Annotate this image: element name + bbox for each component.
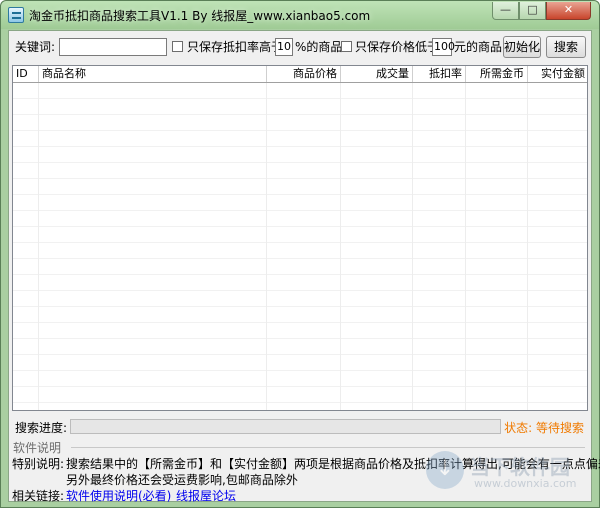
column-header-id[interactable]: ID xyxy=(13,66,39,82)
window-controls: — □ ✕ xyxy=(492,2,591,20)
app-list-icon xyxy=(8,7,24,23)
column-header-price[interactable]: 商品价格 xyxy=(267,66,341,82)
column-header-discount[interactable]: 抵扣率 xyxy=(413,66,466,82)
table-header: ID 商品名称 商品价格 成交量 抵扣率 所需金币 实付金额 xyxy=(13,66,587,83)
search-button[interactable]: 搜索 xyxy=(546,36,586,58)
discount-filter-label: 只保存抵扣率高于 xyxy=(187,40,284,54)
group-divider xyxy=(71,447,585,448)
note-line-1: 搜索结果中的【所需金币】和【实付金额】两项是根据商品价格及抵扣率计算得出,可能会… xyxy=(66,457,600,471)
price-threshold-input[interactable]: 100 xyxy=(432,38,455,56)
column-header-volume[interactable]: 成交量 xyxy=(341,66,413,82)
column-header-name[interactable]: 商品名称 xyxy=(39,66,267,82)
price-filter-checkbox[interactable] xyxy=(341,41,352,52)
column-divider xyxy=(38,83,39,410)
note-line-2: 另外最终价格还会受运费影响,包邮商品除外 xyxy=(66,473,298,487)
keyword-input[interactable] xyxy=(59,38,167,56)
discount-filter-checkbox[interactable] xyxy=(172,41,183,52)
status-text: 状态: 等待搜索 xyxy=(504,421,584,435)
price-filter-label: 只保存价格低于 xyxy=(355,40,440,54)
progress-label: 搜索进度: xyxy=(15,421,68,435)
column-divider xyxy=(266,83,267,410)
price-suffix: 元的商品 xyxy=(454,40,503,54)
progress-row: 搜索进度: 状态: 等待搜索 xyxy=(9,417,591,437)
search-toolbar: 关键词: 只保存抵扣率高于 10 %的商品 只保存价格低于 100 元的商品 初… xyxy=(9,35,591,61)
keyword-label: 关键词: xyxy=(15,40,56,54)
column-divider xyxy=(527,83,528,410)
manual-link[interactable]: 软件使用说明(必看) xyxy=(66,487,171,504)
table-body xyxy=(13,83,587,410)
close-button[interactable]: ✕ xyxy=(546,2,591,20)
discount-threshold-input[interactable]: 10 xyxy=(275,38,293,56)
note-label: 特别说明: xyxy=(12,457,65,471)
app-window: 淘金币抵扣商品搜索工具V1.1 By 线报屋_www.xianbao5.com … xyxy=(0,0,600,508)
links-label: 相关链接: xyxy=(12,489,65,503)
column-header-coins[interactable]: 所需金币 xyxy=(466,66,528,82)
maximize-button[interactable]: □ xyxy=(519,2,546,20)
help-group-title: 软件说明 xyxy=(13,439,64,456)
help-group: 软件说明 特别说明: 搜索结果中的【所需金币】和【实付金额】两项是根据商品价格及… xyxy=(9,439,600,504)
search-progress-bar xyxy=(70,419,501,434)
init-button[interactable]: 初始化 xyxy=(503,36,541,58)
results-table[interactable]: ID 商品名称 商品价格 成交量 抵扣率 所需金币 实付金额 xyxy=(12,65,588,411)
column-divider xyxy=(412,83,413,410)
client-area: 关键词: 只保存抵扣率高于 10 %的商品 只保存价格低于 100 元的商品 初… xyxy=(8,30,600,504)
minimize-button[interactable]: — xyxy=(492,2,519,20)
discount-suffix: %的商品 xyxy=(295,40,343,54)
column-divider xyxy=(340,83,341,410)
title-bar[interactable]: 淘金币抵扣商品搜索工具V1.1 By 线报屋_www.xianbao5.com … xyxy=(1,1,599,29)
window-title: 淘金币抵扣商品搜索工具V1.1 By 线报屋_www.xianbao5.com xyxy=(29,9,371,23)
column-header-paid[interactable]: 实付金额 xyxy=(528,66,587,82)
column-divider xyxy=(465,83,466,410)
forum-link[interactable]: 线报屋论坛 xyxy=(176,487,236,504)
